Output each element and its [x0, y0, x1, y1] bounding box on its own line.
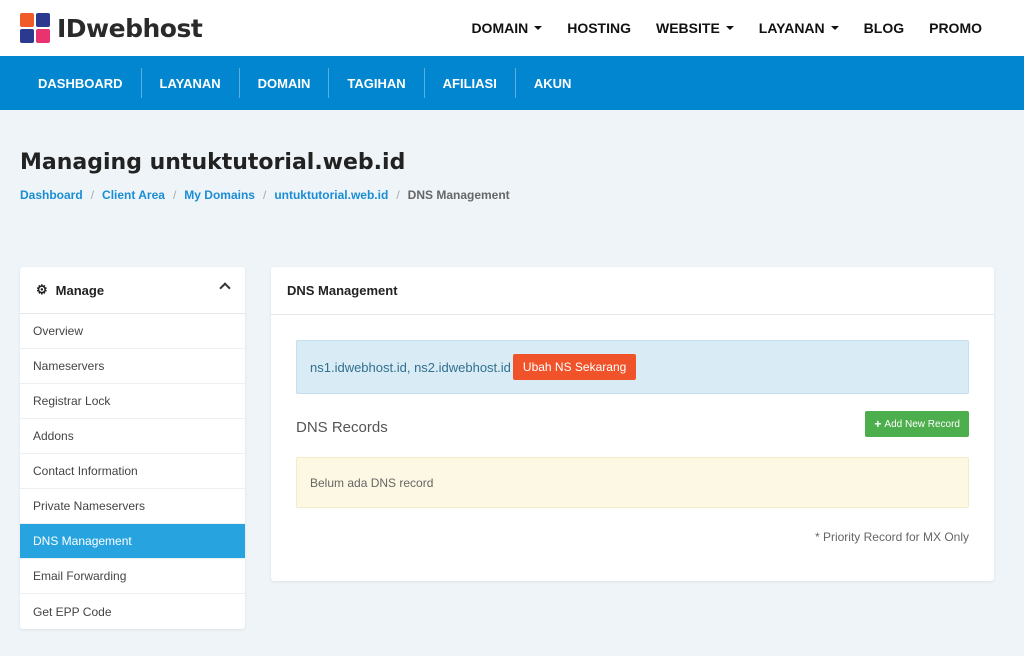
- breadcrumb-separator: /: [90, 188, 95, 202]
- logo-icon: [20, 12, 51, 44]
- caret-down-icon: [725, 26, 734, 30]
- manage-sidebar: ⚙ Manage Overview Nameservers Registrar …: [20, 267, 245, 629]
- empty-records-message: Belum ada DNS record: [296, 457, 969, 508]
- nav-hosting[interactable]: HOSTING: [567, 20, 631, 36]
- client-nav-dashboard[interactable]: DASHBOARD: [20, 68, 142, 98]
- dns-records-title: DNS Records: [296, 419, 388, 436]
- sidebar-item-email-forwarding[interactable]: Email Forwarding: [20, 559, 245, 594]
- brand-name: IDwebhost: [57, 13, 203, 43]
- plus-icon: +: [874, 417, 882, 431]
- nameserver-text: ns1.idwebhost.id, ns2.idwebhost.id: [310, 359, 511, 375]
- change-ns-button[interactable]: Ubah NS Sekarang: [512, 354, 637, 380]
- sidebar-item-registrar-lock[interactable]: Registrar Lock: [20, 384, 245, 419]
- breadcrumb-current: DNS Management: [407, 188, 510, 202]
- breadcrumb-separator: /: [396, 188, 400, 202]
- nav-promo[interactable]: PROMO: [929, 20, 982, 36]
- caret-down-icon: [534, 26, 543, 30]
- top-header: IDwebhost DOMAIN HOSTING WEBSITE LAYANAN…: [0, 0, 1024, 56]
- nav-layanan-label: LAYANAN: [758, 20, 825, 36]
- breadcrumb: Dashboard / Client Area / My Domains / u…: [20, 188, 510, 202]
- page-title: Managing untuktutorial.web.id: [20, 150, 406, 175]
- brand-logo[interactable]: IDwebhost: [20, 12, 203, 44]
- add-new-record-label: Add New Record: [884, 418, 960, 430]
- sidebar-item-private-nameservers[interactable]: Private Nameservers: [20, 489, 245, 524]
- dns-management-panel: DNS Management ns1.idwebhost.id, ns2.idw…: [271, 267, 994, 581]
- breadcrumb-my-domains[interactable]: My Domains: [184, 188, 255, 202]
- client-nav-akun[interactable]: AKUN: [516, 68, 590, 98]
- main-nav: DOMAIN HOSTING WEBSITE LAYANAN BLOG PROM…: [446, 0, 982, 56]
- nav-hosting-label: HOSTING: [567, 20, 631, 36]
- nameserver-info-box: ns1.idwebhost.id, ns2.idwebhost.id Ubah …: [296, 340, 969, 394]
- sidebar-item-overview[interactable]: Overview: [20, 314, 245, 349]
- breadcrumb-client-area[interactable]: Client Area: [102, 188, 165, 202]
- sidebar-header[interactable]: ⚙ Manage: [20, 267, 245, 314]
- breadcrumb-domain[interactable]: untuktutorial.web.id: [274, 188, 388, 202]
- nav-domain-label: DOMAIN: [471, 20, 529, 36]
- nav-domain[interactable]: DOMAIN: [471, 20, 543, 36]
- breadcrumb-separator: /: [172, 188, 177, 202]
- priority-note: * Priority Record for MX Only: [814, 530, 969, 544]
- nav-layanan[interactable]: LAYANAN: [759, 20, 839, 36]
- sidebar-item-nameservers[interactable]: Nameservers: [20, 349, 245, 384]
- client-nav-afiliasi[interactable]: AFILIASI: [425, 68, 516, 98]
- sidebar-item-get-epp-code[interactable]: Get EPP Code: [20, 594, 245, 629]
- breadcrumb-separator: /: [262, 188, 267, 202]
- caret-down-icon: [830, 26, 839, 30]
- nav-blog-label: BLOG: [863, 20, 905, 36]
- sidebar-item-contact-information[interactable]: Contact Information: [20, 454, 245, 489]
- sidebar-title: Manage: [55, 282, 105, 298]
- breadcrumb-dashboard[interactable]: Dashboard: [20, 188, 83, 202]
- nav-website[interactable]: WEBSITE: [656, 20, 734, 36]
- nav-promo-label: PROMO: [929, 20, 982, 36]
- gear-icon: ⚙: [36, 282, 48, 297]
- client-nav-tagihan[interactable]: TAGIHAN: [329, 68, 425, 98]
- nav-blog[interactable]: BLOG: [864, 20, 904, 36]
- sidebar-item-dns-management[interactable]: DNS Management: [20, 524, 245, 559]
- chevron-up-icon[interactable]: [219, 282, 231, 294]
- sidebar-item-addons[interactable]: Addons: [20, 419, 245, 454]
- client-nav-domain[interactable]: DOMAIN: [240, 68, 330, 98]
- nav-website-label: WEBSITE: [656, 20, 720, 36]
- client-area-nav: DASHBOARD LAYANAN DOMAIN TAGIHAN AFILIAS…: [0, 56, 1024, 110]
- client-nav-layanan[interactable]: LAYANAN: [142, 68, 240, 98]
- panel-title: DNS Management: [271, 267, 994, 315]
- add-new-record-button[interactable]: + Add New Record: [865, 411, 969, 437]
